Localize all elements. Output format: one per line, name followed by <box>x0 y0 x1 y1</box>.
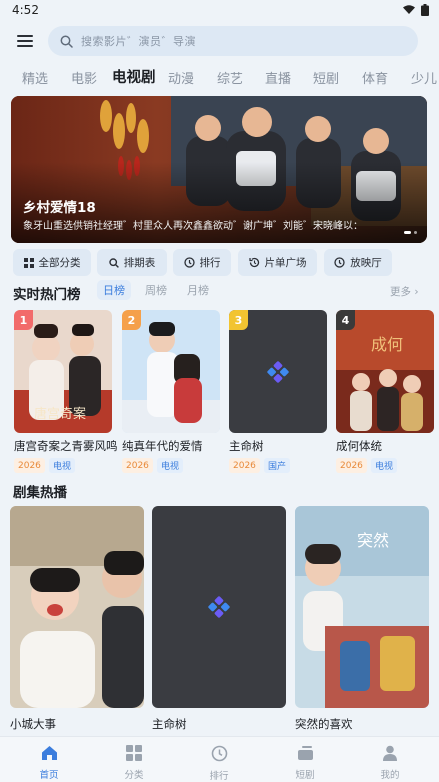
clock-icon <box>183 257 195 268</box>
year-tag: 2026 <box>122 458 153 473</box>
type-tag: 电视 <box>157 458 184 473</box>
ranking-label: 排行 <box>199 257 221 269</box>
card-title: 主命树 <box>229 439 264 453</box>
grid-icon <box>23 257 34 268</box>
rank-badge: 2 <box>122 310 141 330</box>
tab-kids[interactable]: 少儿 <box>411 68 437 87</box>
nav-category[interactable]: 分类 <box>104 745 164 781</box>
schedule-label: 排期表 <box>123 257 156 269</box>
nav-short-drama[interactable]: 短剧 <box>275 745 335 781</box>
playlist-square-label: 片单广场 <box>264 257 307 269</box>
nav-profile[interactable]: 我的 <box>360 745 420 781</box>
year-tag: 2026 <box>229 458 260 473</box>
nav-home-label: 首页 <box>39 770 59 781</box>
all-categories-button[interactable]: 全部分类 <box>13 249 91 276</box>
screening-room-button[interactable]: 放映厅 <box>324 249 392 276</box>
nav-ranking[interactable]: 排行 <box>189 745 249 782</box>
svg-text:成何: 成何 <box>371 335 403 354</box>
more-label: 更多 <box>390 286 411 298</box>
app-logo-icon <box>208 596 230 618</box>
user-icon <box>383 745 397 761</box>
rank-badge: 4 <box>336 310 355 330</box>
clock-icon <box>334 257 345 268</box>
tab-weekly[interactable]: 周榜 <box>145 282 167 298</box>
type-tag: 电视 <box>371 458 398 473</box>
status-bar: 4:52 <box>0 0 439 20</box>
banner-description: 象牙山重选供销社经理゛村里众人再次鑫鑫欲动゛谢广坤゛刘能゛宋晓峰以： <box>23 221 363 232</box>
schedule-button[interactable]: 排期表 <box>97 249 167 276</box>
hot-rank-title: 实时热门榜 <box>13 287 81 303</box>
playlist-square-button[interactable]: 片单广场 <box>238 249 317 276</box>
history-icon <box>248 257 259 268</box>
battery-icon <box>421 4 429 16</box>
system-icons <box>403 4 429 16</box>
menu-button[interactable] <box>12 28 38 54</box>
poster-image <box>10 506 144 708</box>
card-title: 主命树 <box>152 717 187 731</box>
card-title: 成何体统 <box>336 439 382 453</box>
nav-profile-label: 我的 <box>380 770 400 781</box>
year-tag: 2026 <box>336 458 367 473</box>
hot-series-title: 剧集热播 <box>13 485 67 501</box>
type-tag: 国产 <box>264 458 291 473</box>
tab-live[interactable]: 直播 <box>265 68 291 87</box>
tab-short-drama[interactable]: 短剧 <box>313 68 339 87</box>
search-placeholder: 搜索影片゛演员゛导演 <box>81 35 196 48</box>
chevron-right-icon: › <box>414 286 419 298</box>
type-tag: 电视 <box>49 458 76 473</box>
card-title: 纯真年代的爱情 <box>122 439 203 453</box>
status-time: 4:52 <box>12 3 39 17</box>
banner-title: 乡村爱情18 <box>23 200 96 216</box>
rank-badge: 1 <box>14 310 33 330</box>
category-tabs: 精选 电影 电视剧 动漫 综艺 直播 短剧 体育 少儿 <box>0 66 439 92</box>
search-input[interactable]: 搜索影片゛演员゛导演 <box>48 26 418 56</box>
bottom-nav: 首页 分类 排行 短剧 我的 <box>0 736 439 782</box>
poster-placeholder <box>152 506 286 708</box>
year-tag: 2026 <box>14 458 45 473</box>
tab-sports[interactable]: 体育 <box>362 68 388 87</box>
clock-icon <box>211 745 227 762</box>
tab-monthly[interactable]: 月榜 <box>187 282 209 298</box>
home-icon <box>41 746 57 760</box>
screening-room-label: 放映厅 <box>350 257 382 269</box>
tab-variety[interactable]: 综艺 <box>217 68 243 87</box>
card-title: 唐宫奇案之青雾风鸣 <box>14 439 118 453</box>
nav-category-label: 分类 <box>124 770 144 781</box>
nav-short-drama-label: 短剧 <box>295 770 315 781</box>
nav-home[interactable]: 首页 <box>19 745 79 781</box>
poster-image: 突然 <box>295 506 429 708</box>
more-link[interactable]: 更多 › <box>390 284 419 299</box>
tab-tv-series[interactable]: 电视剧 <box>112 66 156 87</box>
rank-badge: 3 <box>229 310 248 330</box>
nav-ranking-label: 排行 <box>209 771 229 782</box>
app-logo-icon <box>267 360 289 383</box>
svg-text:突然: 突然 <box>357 531 389 550</box>
tab-anime[interactable]: 动漫 <box>168 68 194 87</box>
short-drama-icon <box>297 746 313 760</box>
all-categories-label: 全部分类 <box>38 257 81 269</box>
svg-text:唐宫奇案: 唐宫奇案 <box>34 406 86 422</box>
wifi-icon <box>403 5 415 14</box>
tab-daily[interactable]: 日榜 <box>97 280 131 300</box>
grid-icon <box>126 745 142 761</box>
search-icon <box>109 257 119 268</box>
featured-banner[interactable]: 乡村爱情18 象牙山重选供销社经理゛村里众人再次鑫鑫欲动゛谢广坤゛刘能゛宋晓峰以… <box>11 96 427 243</box>
ranking-button[interactable]: 排行 <box>173 249 231 276</box>
tab-movie[interactable]: 电影 <box>71 68 97 87</box>
card-title: 突然的喜欢 <box>295 717 353 731</box>
card-title: 小城大事 <box>10 717 56 731</box>
tab-jingxuan[interactable]: 精选 <box>22 68 48 87</box>
hamburger-icon <box>17 35 33 47</box>
banner-pagination <box>404 231 417 234</box>
search-icon <box>60 35 73 48</box>
